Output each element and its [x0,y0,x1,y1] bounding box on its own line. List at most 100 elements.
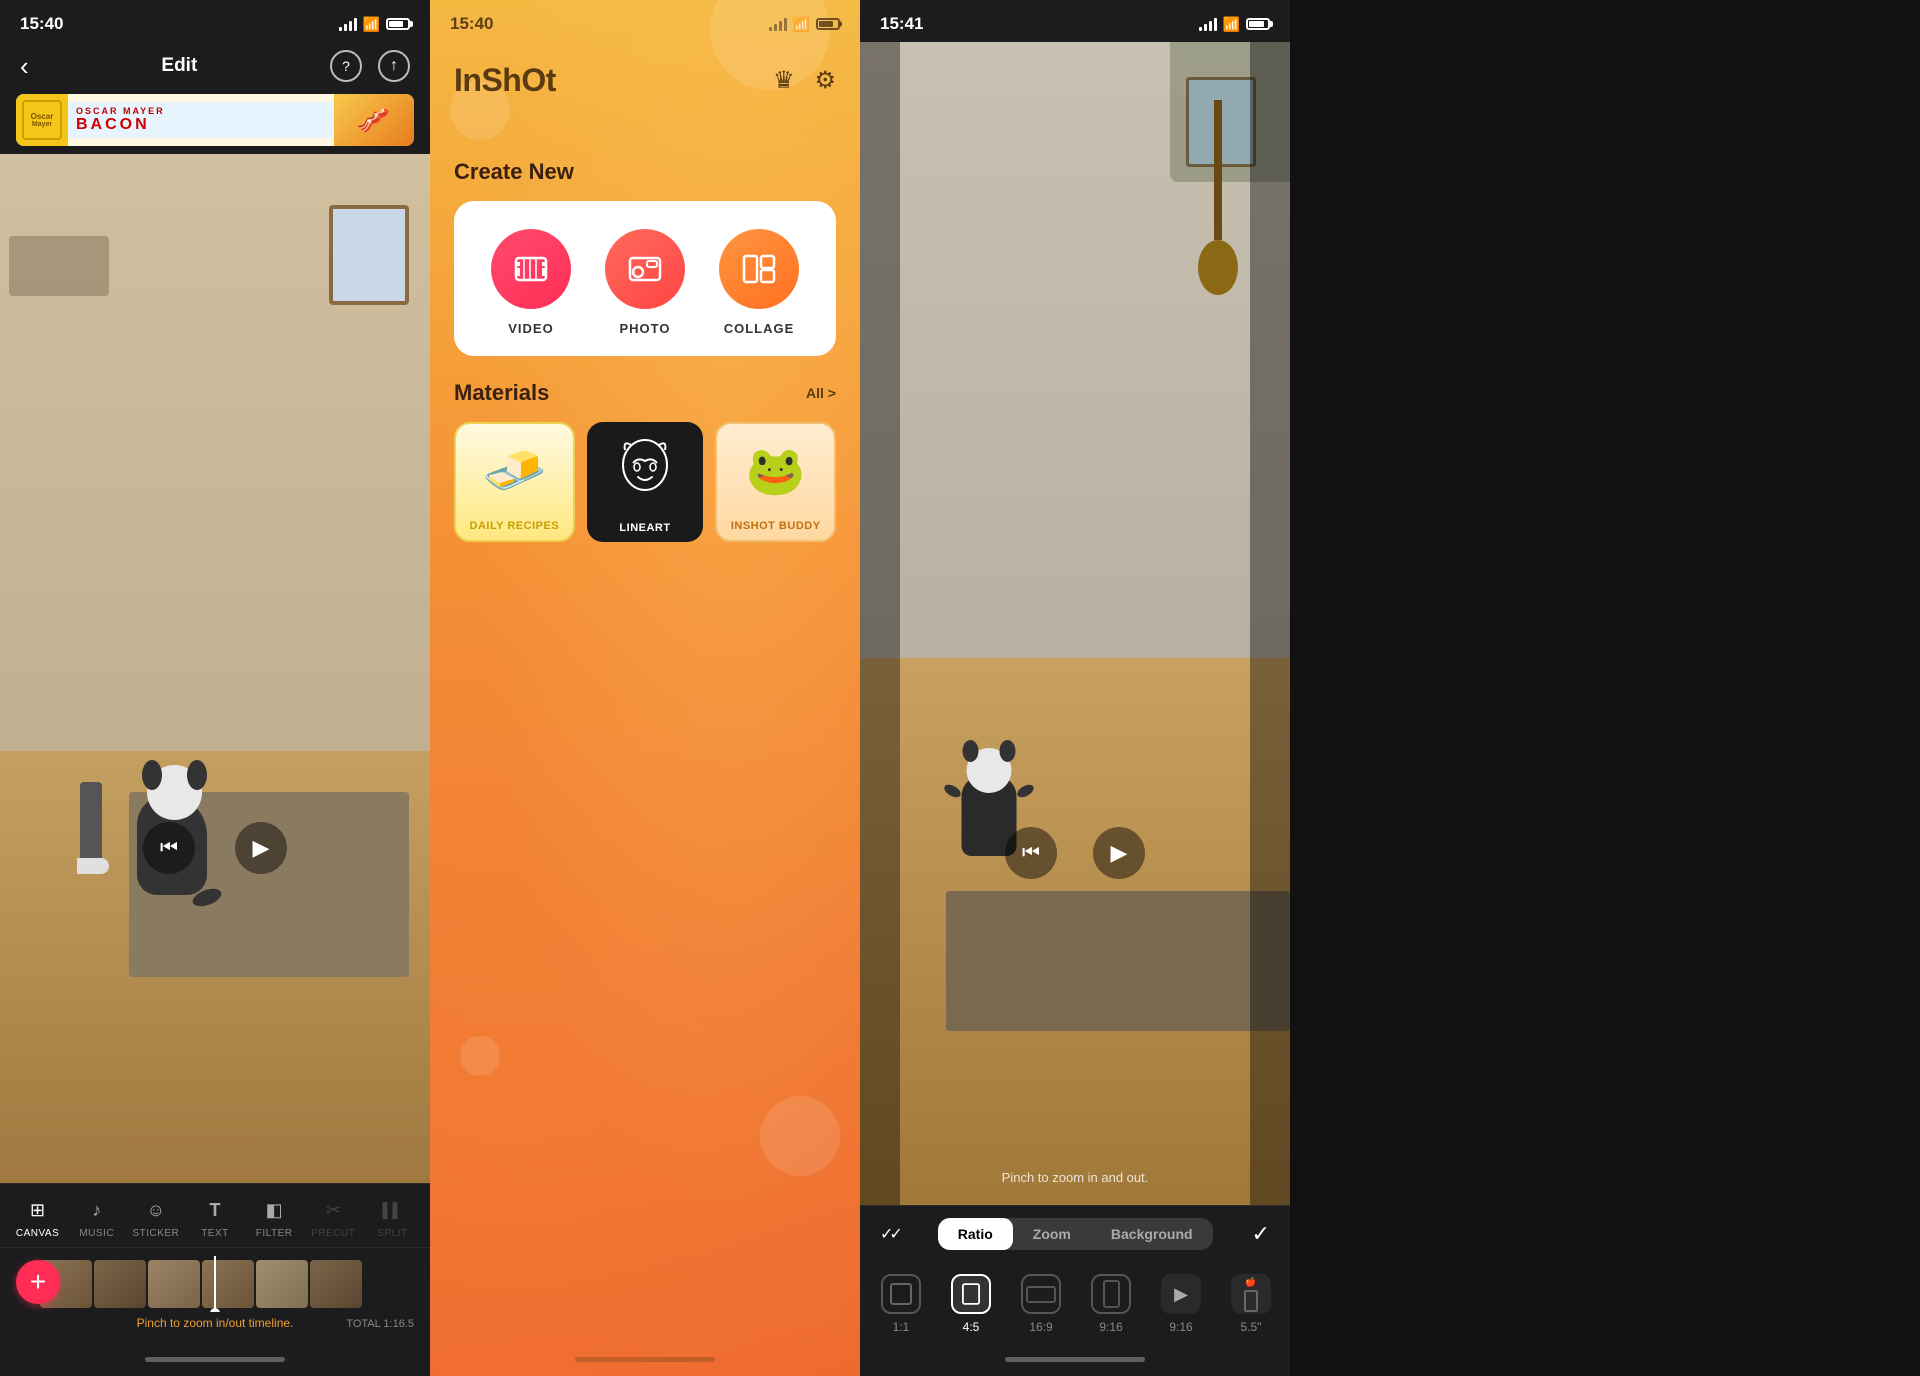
status-bar-p2: 15:40 📶 [430,0,860,42]
lineart-face-icon [613,435,678,505]
time-p3: 15:41 [880,14,923,34]
crop-hint: Pinch to zoom in and out. [1002,1170,1149,1185]
timeline-playhead[interactable] [214,1256,216,1312]
app-logo: InShOt [454,62,556,99]
collage-card-label: COLLAGE [724,321,795,336]
toolbar-canvas[interactable]: ⊞ CANVAS [14,1196,62,1239]
canvas-icon: ⊞ [24,1196,52,1224]
toolbar-split[interactable]: ▌▌ SPLIT [368,1196,416,1239]
settings-button[interactable]: ⚙ [814,66,836,95]
photo-icon [627,251,663,287]
status-icons-p2: 📶 [769,16,840,33]
buddy-icon-area: 🐸 [746,424,806,516]
photo-card-label: PHOTO [620,321,671,336]
toolbar-music[interactable]: ♪ MUSIC [73,1196,121,1239]
toolbar-precut[interactable]: ✂ PRECUT [309,1196,357,1239]
signal-icon [339,17,357,31]
ad-logo-inner: Oscar Mayer [22,100,62,140]
signal-icon-p2 [769,17,787,31]
ratio-16-9[interactable]: 16:9 [1016,1274,1066,1334]
rewind-button-p3[interactable]: ⏮ [1005,827,1057,879]
bottom-toolbar-p1: ⊞ CANVAS ♪ MUSIC ☺ STICKER T TEXT ◧ FILT… [0,1183,430,1247]
rewind-button-p1[interactable]: ⏮ [143,822,195,874]
create-photo-card[interactable]: PHOTO [605,229,685,336]
help-button[interactable]: ? [330,50,362,82]
p3-confirm-check[interactable]: ✓ [1252,1221,1270,1247]
recipes-label: DAILY RECIPES [470,516,560,540]
battery-icon-p2 [816,18,840,30]
toolbar-sticker[interactable]: ☺ STICKER [132,1196,180,1239]
timeline-thumb-4 [202,1260,254,1308]
ratio-label-4-5: 4:5 [963,1320,980,1334]
crown-button[interactable]: ♛ [773,66,795,95]
material-lineart[interactable]: LINEART [587,422,704,542]
video-icon [513,251,549,287]
crop-ratio-panel: 15:41 📶 [860,0,1290,1376]
ratio-icon-5-5in: 🍎 [1231,1274,1271,1314]
precut-icon: ✂ [319,1196,347,1224]
share-button[interactable]: ↑ [378,50,410,82]
timeline-strip [0,1256,430,1312]
home-indicator-p1 [0,1342,430,1376]
lineart-icon-area [613,422,678,518]
wifi-icon: 📶 [363,16,380,33]
create-video-card[interactable]: VIDEO [491,229,571,336]
tiktok-icon: ▶ [1174,1284,1188,1305]
tab-zoom[interactable]: Zoom [1013,1218,1091,1250]
filter-label: FILTER [256,1228,293,1239]
buddy-emoji: 🐸 [746,442,806,499]
nav-bar-p1: ‹ Edit ? ↑ [0,42,430,94]
toolbar-filter[interactable]: ◧ FILTER [250,1196,298,1239]
ad-logo: Oscar Mayer [16,94,68,146]
split-label: SPLIT [377,1228,407,1239]
timeline-area: Pinch to zoom in/out timeline. TOTAL 1:1… [0,1247,430,1342]
material-daily-recipes[interactable]: 🧈 DAILY RECIPES [454,422,575,542]
play-button-p3[interactable]: ▶ [1093,827,1145,879]
play-button-p1[interactable]: ▶ [235,822,287,874]
window [329,205,409,305]
material-inshot-buddy[interactable]: 🐸 INSHOT BUDDY [715,422,836,542]
p3-back-check[interactable]: ✓✓ [880,1224,899,1244]
timeline-thumb-3 [148,1260,200,1308]
ratio-shape-9-16 [1103,1280,1120,1308]
ad-banner[interactable]: Oscar Mayer OSCAR MAYER BACON 🥓 [16,94,414,146]
buddy-label: INSHOT BUDDY [731,516,821,540]
ad-text: OSCAR MAYER BACON [68,102,334,138]
p3-dim-left [860,42,900,1205]
ratio-tiktok[interactable]: ▶ 9:16 [1156,1274,1206,1334]
p3-guitar [1198,100,1238,295]
timeline-thumb-6 [310,1260,362,1308]
ratio-5-5in[interactable]: 🍎 5.5" [1226,1274,1276,1334]
ratio-1-1[interactable]: 1:1 [876,1274,926,1334]
p3-tab-group: Ratio Zoom Background [938,1218,1213,1250]
ratio-9-16[interactable]: 9:16 [1086,1274,1136,1334]
collage-icon [741,251,777,287]
home-indicator-p3 [860,1342,1290,1376]
tab-ratio[interactable]: Ratio [938,1218,1013,1250]
sticker-label: STICKER [132,1228,179,1239]
create-collage-card[interactable]: COLLAGE [719,229,799,336]
canvas-label: CANVAS [16,1228,59,1239]
toolbar-text[interactable]: T TEXT [191,1196,239,1239]
home-indicator-p2 [430,1342,860,1376]
status-icons-p3: 📶 [1199,16,1270,33]
add-media-button[interactable]: + [16,1260,60,1304]
p3-video-controls: ⏮ ▶ [1005,827,1145,879]
timeline-thumb-5 [256,1260,308,1308]
toolbar-icons-p1: ⊞ CANVAS ♪ MUSIC ☺ STICKER T TEXT ◧ FILT… [0,1196,430,1239]
ad-brand-text: OSCAR MAYER [76,106,326,116]
ad-image: 🥓 [334,94,414,146]
ratio-icon-9-16 [1091,1274,1131,1314]
materials-title: Materials [454,380,549,406]
video-circle [491,229,571,309]
ratio-options-container: 1:1 4:5 16:9 [860,1262,1290,1342]
p3-dim-right [1250,42,1290,1205]
back-button[interactable]: ‹ [20,51,29,82]
p3-controls-bar: ✓✓ Ratio Zoom Background ✓ [860,1205,1290,1262]
text-label: TEXT [201,1228,229,1239]
tab-background[interactable]: Background [1091,1218,1213,1250]
materials-all-button[interactable]: All > [806,385,836,401]
home-bar-p2 [575,1357,715,1362]
ratio-4-5[interactable]: 4:5 [946,1274,996,1334]
status-bar-p1: 15:40 📶 [0,0,430,42]
